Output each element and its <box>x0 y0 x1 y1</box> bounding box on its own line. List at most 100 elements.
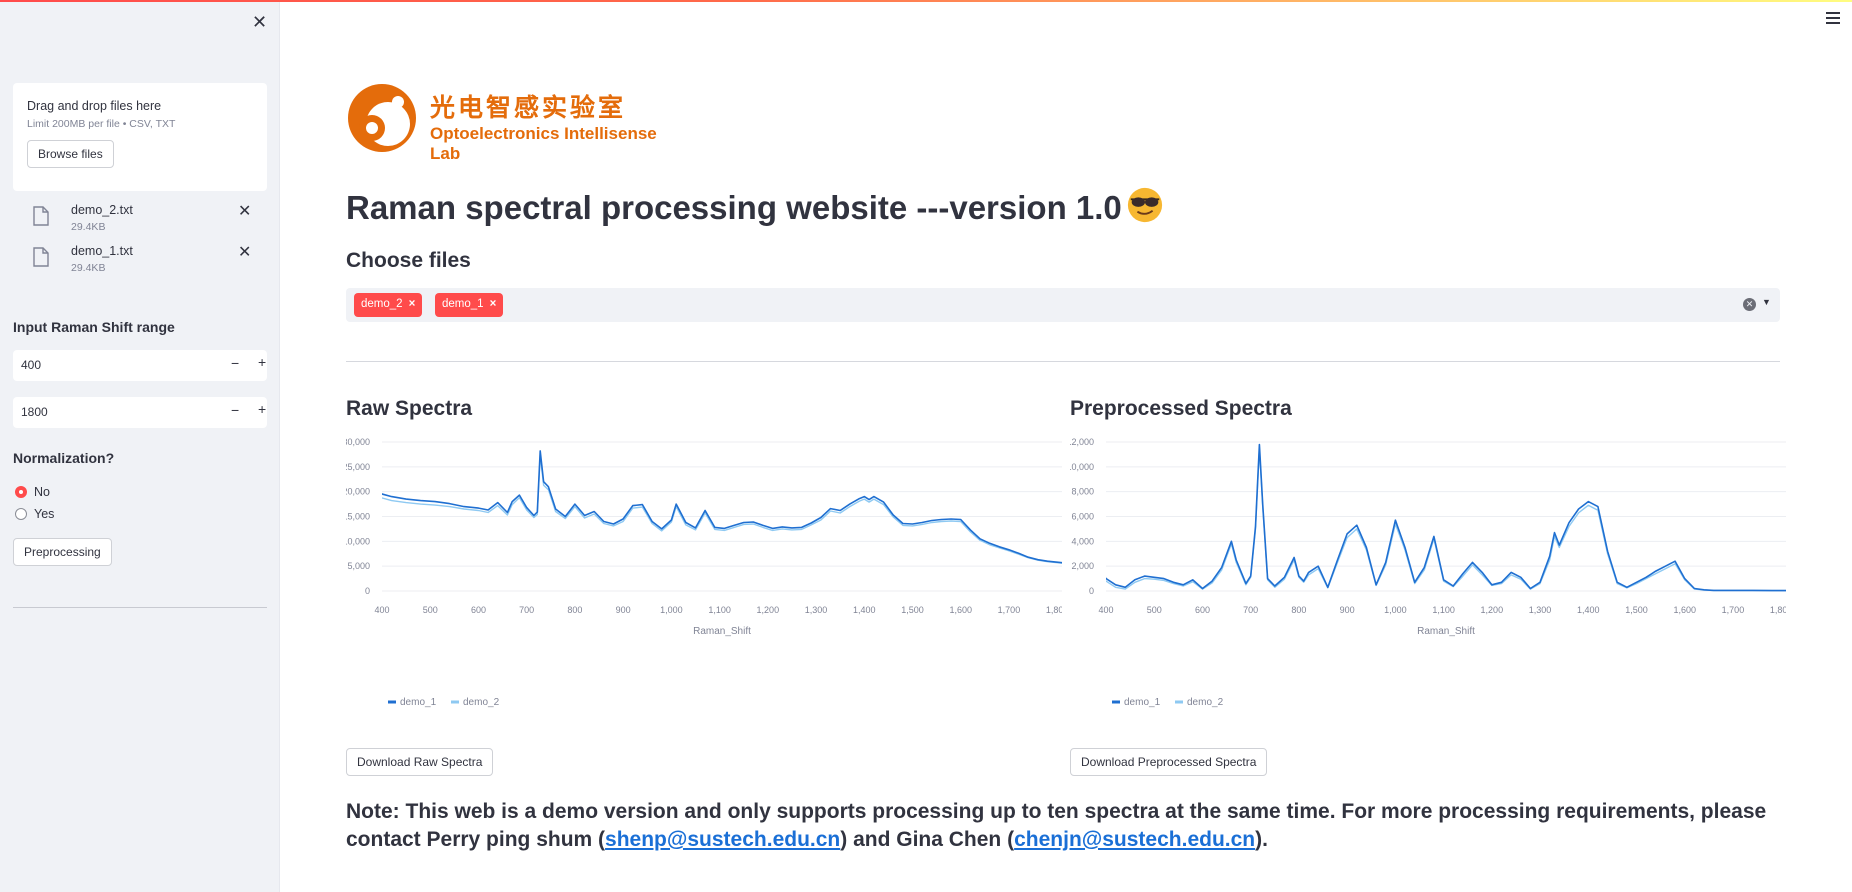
clear-all-icon[interactable]: ✕ <box>1743 298 1756 311</box>
y-tick-label: 30,000 <box>346 437 370 447</box>
note-mid: ) and Gina Chen ( <box>840 828 1015 851</box>
x-tick-label: 1,800 <box>1046 605 1062 615</box>
x-axis-label: Raman_Shift <box>693 626 751 637</box>
browse-files-button[interactable]: Browse files <box>27 140 114 168</box>
y-tick-label: 25,000 <box>346 462 370 472</box>
decrement-icon[interactable]: − <box>231 355 239 371</box>
note-text: Note: This web is a demo version and onl… <box>346 798 1786 854</box>
file-name: demo_1.txt <box>71 244 133 258</box>
x-tick-label: 800 <box>567 605 582 615</box>
x-tick-label: 1,400 <box>853 605 876 615</box>
top-decoration-bar <box>0 0 1852 2</box>
choose-files-multiselect[interactable]: demo_2 × demo_1 × ✕ ▼ <box>346 288 1780 322</box>
x-tick-label: 1,600 <box>949 605 972 615</box>
x-tick-label: 1,300 <box>805 605 828 615</box>
file-name: demo_2.txt <box>71 203 133 217</box>
x-tick-label: 1,200 <box>757 605 780 615</box>
sunglasses-emoji-icon <box>1127 187 1162 223</box>
x-tick-label: 700 <box>519 605 534 615</box>
y-tick-label: 10,000 <box>1070 462 1094 472</box>
x-tick-label: 1,000 <box>1384 605 1407 615</box>
y-tick-label: 4,000 <box>1071 536 1094 546</box>
x-tick-label: 1,400 <box>1577 605 1600 615</box>
y-tick-label: 6,000 <box>1071 512 1094 522</box>
increment-icon[interactable]: + <box>258 354 266 370</box>
y-tick-label: 20,000 <box>346 487 370 497</box>
x-tick-label: 1,600 <box>1673 605 1696 615</box>
file-icon <box>33 247 49 267</box>
radio-selected-icon[interactable] <box>15 486 27 498</box>
sidebar-divider <box>13 607 267 608</box>
range-max-value[interactable]: 1800 <box>21 405 48 419</box>
remove-file-icon[interactable]: ✕ <box>238 242 251 262</box>
range-max-input[interactable]: 1800 − + <box>13 397 267 428</box>
radio-label: Yes <box>34 507 55 521</box>
divider <box>346 361 1780 362</box>
decrement-icon[interactable]: − <box>231 402 239 418</box>
radio-option-no[interactable]: No <box>15 485 50 499</box>
range-min-value[interactable]: 400 <box>21 358 41 372</box>
x-tick-label: 1,500 <box>901 605 924 615</box>
note-suffix: ). <box>1255 828 1268 851</box>
y-tick-label: 12,000 <box>1070 437 1094 447</box>
x-tick-label: 700 <box>1243 605 1258 615</box>
normalization-label: Normalization? <box>13 450 115 466</box>
download-raw-button[interactable]: Download Raw Spectra <box>346 748 494 776</box>
main-menu-icon[interactable] <box>1826 12 1840 24</box>
y-tick-label: 2,000 <box>1071 561 1094 571</box>
y-tick-label: 5,000 <box>347 561 370 571</box>
range-min-input[interactable]: 400 − + <box>13 350 267 381</box>
logo-english-text: Optoelectronics Intellisense Lab <box>430 124 657 163</box>
email-link-chenjn[interactable]: chenjn@sustech.edu.cn <box>1014 828 1255 851</box>
file-size: 29.4KB <box>71 262 106 274</box>
x-tick-label: 900 <box>1340 605 1355 615</box>
series-line-demo_1 <box>382 450 1062 564</box>
x-tick-label: 800 <box>1291 605 1306 615</box>
remove-file-icon[interactable]: ✕ <box>238 201 251 221</box>
series-line-demo_2 <box>1106 447 1786 592</box>
selected-file-tag[interactable]: demo_1 × <box>435 293 504 317</box>
radio-unselected-icon[interactable] <box>15 508 27 520</box>
page-title: Raman spectral processing website ---ver… <box>346 186 1164 227</box>
logo-chinese-text: 光电智感实验室 <box>430 93 627 122</box>
x-tick-label: 1,200 <box>1481 605 1504 615</box>
selected-file-tag[interactable]: demo_2 × <box>354 293 423 317</box>
increment-icon[interactable]: + <box>258 401 266 417</box>
lab-logo-mark-icon <box>348 84 416 152</box>
file-size: 29.4KB <box>71 221 106 233</box>
raw-spectra-chart[interactable]: 0 5,000 10,000 15,000 20,000 25,000 30,000 400 5… <box>346 432 1062 732</box>
x-tick-label: 1,100 <box>1432 605 1455 615</box>
x-tick-label: 600 <box>471 605 486 615</box>
dropzone-limit: Limit 200MB per file • CSV, TXT <box>27 118 176 130</box>
uploaded-file-item: demo_1.txt 29.4KB ✕ <box>30 244 260 284</box>
y-tick-label: 8,000 <box>1071 487 1094 497</box>
tag-label: demo_2 <box>361 298 403 310</box>
x-tick-label: 1,700 <box>998 605 1021 615</box>
choose-files-label: Choose files <box>346 249 471 272</box>
file-uploader-dropzone[interactable]: Drag and drop files here Limit 200MB per… <box>13 83 267 191</box>
x-tick-label: 600 <box>1195 605 1210 615</box>
legend-label: demo_1 <box>1124 697 1161 708</box>
y-tick-label: 0 <box>365 586 370 596</box>
close-sidebar-icon[interactable]: ✕ <box>252 12 267 33</box>
x-tick-label: 1,100 <box>708 605 731 615</box>
preprocessed-spectra-chart[interactable]: 0 2,000 4,000 6,000 8,000 10,000 12,000 400 500 6… <box>1070 432 1786 732</box>
page-title-text: Raman spectral processing website ---ver… <box>346 189 1122 226</box>
lab-logo: 光电智感实验室 Optoelectronics Intellisense Lab <box>346 80 686 163</box>
x-tick-label: 500 <box>423 605 438 615</box>
x-axis-label: Raman_Shift <box>1417 626 1475 637</box>
range-label: Input Raman Shift range <box>13 319 175 335</box>
raw-spectra-title: Raw Spectra <box>346 397 473 420</box>
chevron-down-icon[interactable]: ▼ <box>1762 297 1771 307</box>
radio-option-yes[interactable]: Yes <box>15 507 54 521</box>
download-preprocessed-button[interactable]: Download Preprocessed Spectra <box>1070 748 1268 776</box>
x-tick-label: 400 <box>374 605 389 615</box>
legend-label: demo_2 <box>1187 697 1224 708</box>
preprocessing-button[interactable]: Preprocessing <box>13 538 112 566</box>
email-link-shenp[interactable]: shenp@sustech.edu.cn <box>605 828 840 851</box>
x-tick-label: 400 <box>1098 605 1113 615</box>
x-tick-label: 500 <box>1147 605 1162 615</box>
remove-tag-icon[interactable]: × <box>409 298 416 310</box>
remove-tag-icon[interactable]: × <box>490 298 497 310</box>
series-line-demo_2 <box>382 454 1062 564</box>
